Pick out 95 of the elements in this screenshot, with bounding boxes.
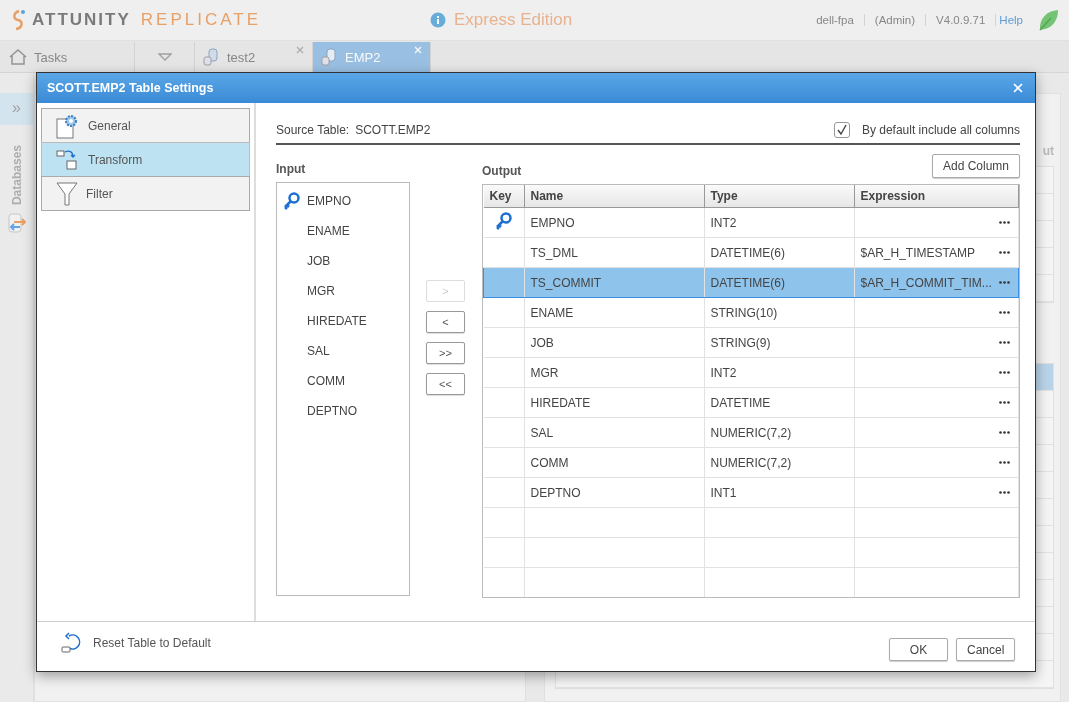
source-label: Source Table:: [276, 123, 350, 137]
section-heading: Input: [276, 161, 307, 176]
brand-name: ATTUNITY: [32, 10, 131, 30]
close-icon: [1013, 83, 1023, 93]
more-icon: [999, 491, 1010, 494]
table-cell: ENAME: [530, 305, 574, 320]
table-row[interactable]: DEPTNO INT1: [483, 477, 1019, 508]
move-button[interactable]: <: [426, 311, 465, 333]
table-cell: STRING(10): [710, 305, 778, 320]
column-header[interactable]: Key: [483, 185, 524, 208]
more-icon: [999, 461, 1010, 464]
ok-button[interactable]: OK: [889, 638, 948, 661]
cancel-button[interactable]: Cancel: [956, 638, 1015, 661]
table-cell: $AR_H_COMMIT_TIM...: [860, 275, 992, 290]
table-cell: STRING(9): [710, 335, 771, 350]
table-cell: DEPTNO: [530, 485, 581, 500]
more-icon: [999, 251, 1010, 254]
table-row[interactable]: TS_COMMIT DATETIME(6) $AR_H_COMMIT_TIM...: [483, 267, 1019, 298]
column-header[interactable]: Expression: [854, 185, 1019, 208]
table-cell: DATETIME(6): [710, 275, 785, 290]
table-cell: MGR: [530, 365, 559, 380]
column-header[interactable]: Type: [704, 185, 854, 208]
list-item[interactable]: MGR: [307, 284, 335, 298]
undo-icon: [61, 631, 83, 654]
list-item[interactable]: ENAME: [307, 224, 350, 238]
list-item[interactable]: DEPTNO: [307, 404, 357, 418]
section-heading: Output: [482, 163, 522, 178]
more-icon: [999, 401, 1010, 404]
move-button[interactable]: >>: [426, 342, 465, 364]
table-cell: $AR_H_TIMESTAMP: [860, 245, 975, 260]
table-row[interactable]: JOB STRING(9): [483, 327, 1019, 358]
table-row[interactable]: SAL NUMERIC(7,2): [483, 417, 1019, 448]
table-row[interactable]: MGR INT2: [483, 357, 1019, 388]
table-row[interactable]: TS_DML DATETIME(6) $AR_H_TIMESTAMP: [483, 237, 1019, 268]
reset-link[interactable]: Reset Table to Default: [61, 631, 211, 654]
user-role: (Admin): [864, 14, 927, 26]
table-cell: NUMERIC(7,2): [710, 425, 792, 440]
logo-icon: [10, 9, 28, 31]
leaf-icon: [1037, 8, 1059, 32]
home-icon: [8, 48, 28, 66]
checkmark-icon: [835, 124, 848, 136]
more-icon: [999, 281, 1010, 284]
column-header[interactable]: Name: [524, 185, 704, 208]
more-icon: [999, 341, 1010, 344]
close-icon: [296, 46, 304, 54]
section-heading: ut: [1042, 144, 1054, 158]
more-icon: [999, 221, 1010, 224]
more-icon: [999, 431, 1010, 434]
table-row[interactable]: COMM NUMERIC(7,2): [483, 447, 1019, 478]
table-row[interactable]: EMPNO INT2: [483, 207, 1019, 238]
table-row[interactable]: ENAME STRING(10): [483, 297, 1019, 328]
checkbox[interactable]: [833, 122, 850, 138]
nav-item[interactable]: General: [41, 108, 250, 143]
database-icon: [321, 48, 339, 66]
close-button[interactable]: [1011, 81, 1025, 95]
move-button[interactable]: <<: [426, 373, 465, 395]
edition-label: Express Edition: [454, 10, 573, 30]
table-cell: INT2: [710, 215, 737, 230]
table-cell: NUMERIC(7,2): [710, 455, 792, 470]
nav-item[interactable]: Transform: [41, 142, 250, 177]
list-item[interactable]: JOB: [307, 254, 331, 268]
table-cell: DATETIME: [710, 395, 771, 410]
info-icon: [430, 12, 446, 28]
table-cell: INT1: [710, 485, 737, 500]
settings-icon: [56, 112, 80, 139]
checkbox-label: By default include all columns: [861, 123, 1020, 137]
more-icon: [999, 311, 1010, 314]
transform-icon: [56, 148, 80, 171]
caret-icon: [157, 52, 172, 62]
source-value: SCOTT.EMP2: [355, 123, 431, 137]
nav-item[interactable]: Filter: [41, 176, 250, 211]
version-label: V4.0.9.71: [926, 14, 997, 26]
table-row[interactable]: HIREDATE DATETIME: [483, 387, 1019, 418]
table-cell: TS_COMMIT: [530, 275, 602, 290]
filter-icon: [56, 180, 78, 207]
table-cell: EMPNO: [530, 215, 575, 230]
table-cell: DATETIME(6): [710, 245, 785, 260]
table-cell: HIREDATE: [530, 395, 591, 410]
list-item[interactable]: COMM: [307, 374, 345, 388]
table-cell: COMM: [530, 455, 569, 470]
database-icon: [203, 48, 221, 66]
dialog-title: SCOTT.EMP2 Table Settings: [47, 81, 214, 95]
table-cell: JOB: [530, 335, 554, 350]
more-icon: [999, 371, 1010, 374]
close-icon: [414, 46, 422, 54]
list-item[interactable]: SAL: [307, 344, 330, 358]
table-cell: TS_DML: [530, 245, 578, 260]
list-item[interactable]: HIREDATE: [307, 314, 367, 328]
table-cell: INT2: [710, 365, 737, 380]
user-name: dell-fpa: [806, 14, 865, 26]
product-name: REPLICATE: [140, 10, 261, 30]
list-item[interactable]: EMPNO: [307, 194, 351, 208]
transfer-icon: [7, 213, 26, 234]
add-column-button[interactable]: Add Column: [931, 154, 1020, 178]
table-cell: SAL: [530, 425, 554, 440]
